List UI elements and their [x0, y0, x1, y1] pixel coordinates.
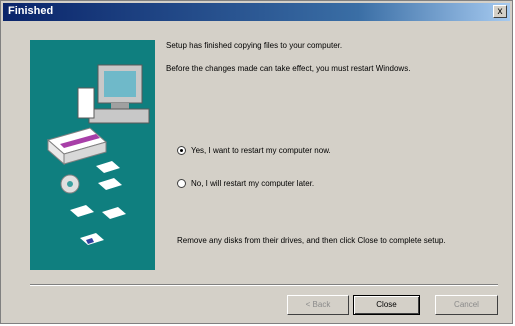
- restart-later-label: No, I will restart my computer later.: [191, 179, 315, 188]
- close-window-button[interactable]: x: [493, 5, 507, 18]
- back-button[interactable]: < Back: [287, 295, 349, 315]
- radio-unselected-icon[interactable]: [177, 179, 186, 188]
- disk-drive-icon: [46, 127, 108, 166]
- restart-now-option[interactable]: Yes, I want to restart my computer now.: [177, 146, 331, 155]
- finished-message: Setup has finished copying files to your…: [166, 41, 343, 50]
- remove-disks-message: Remove any disks from their drives, and …: [177, 236, 446, 245]
- window-title: Finished: [8, 5, 54, 17]
- restart-notice: Before the changes made can take effect,…: [166, 64, 411, 73]
- setup-art-graphic: [46, 64, 150, 245]
- setup-dialog: Finished x Setup has finished copying fi…: [0, 0, 513, 324]
- title-bar: Finished x: [3, 3, 510, 21]
- cancel-button[interactable]: Cancel: [435, 295, 498, 315]
- restart-later-option[interactable]: No, I will restart my computer later.: [177, 179, 314, 188]
- radio-selected-icon[interactable]: [177, 146, 186, 155]
- restart-now-label: Yes, I want to restart my computer now.: [191, 146, 331, 155]
- cd-icon: [60, 174, 80, 194]
- computer-icon: [77, 64, 150, 124]
- setup-illustration: [30, 40, 155, 270]
- separator: [30, 284, 498, 286]
- close-button[interactable]: Close: [353, 295, 420, 315]
- floppy-icon: [70, 161, 126, 245]
